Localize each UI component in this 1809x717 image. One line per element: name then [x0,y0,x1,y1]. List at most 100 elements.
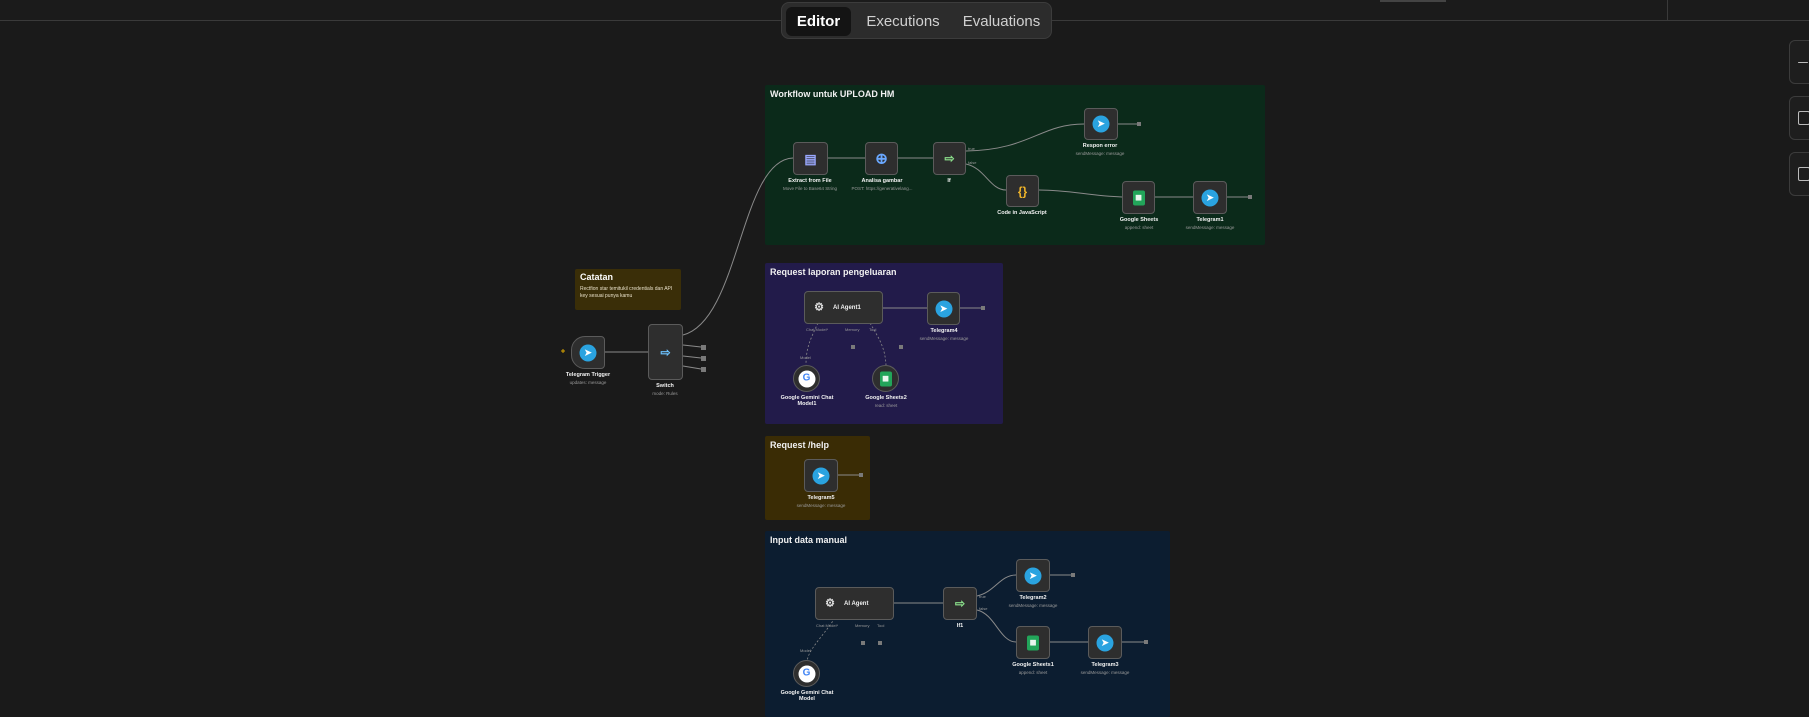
node-telegram3[interactable]: ➤ [1088,626,1122,659]
tab-editor[interactable]: Editor [786,7,851,36]
port-false-label: false [968,160,977,165]
node-gemini-chat-model1[interactable]: G [793,365,820,392]
node-label: AI Agent [844,600,869,607]
node-telegram5[interactable]: ➤ [804,459,838,492]
node-label: Telegram3 [1091,662,1119,668]
top-bar-divider [1667,0,1668,20]
google-icon: G [798,665,815,682]
open-panel-button[interactable] [1789,96,1809,140]
node-label: Respon error [1082,143,1118,149]
file-icon: ▤ [804,151,817,166]
node-telegram2[interactable]: ➤ [1016,559,1050,592]
node-label: Google Sheets [1119,217,1159,223]
node-label: Telegram5 [807,495,835,501]
if-icon: ⇨ [954,596,966,611]
node-ai-agent1[interactable]: ⚙ AI Agent1 [804,291,883,324]
port-memory: Memory [855,623,870,628]
google-icon: G [798,370,815,387]
node-label: Switch [656,383,674,389]
node-analisa-gambar[interactable]: ⊕ [865,142,898,175]
port-model: Model [800,648,811,653]
robot-icon: ⚙ [814,301,824,313]
node-telegram4[interactable]: ➤ [927,292,960,325]
node-subtitle: read: sheet [874,403,898,408]
node-subtitle: updates: message [569,380,607,385]
port-tool: Tool [869,327,877,332]
node-code-javascript[interactable]: {} [1006,175,1039,207]
add-node-button[interactable] [1789,40,1809,84]
group-manual-title: Input data manual [770,535,848,545]
node-switch[interactable]: ⇨ [648,324,683,380]
port-true-label: true [979,594,986,599]
node-label: Code in JavaScript [997,210,1047,216]
tab-executions[interactable]: Executions [860,7,946,36]
group-report-title: Request laporan pengeluaran [770,267,897,277]
google-sheets-icon: ▦ [879,371,892,386]
node-subtitle: append: sheet [1124,225,1154,230]
telegram-icon: ➤ [579,344,597,361]
node-if1[interactable]: ⇨ [943,587,977,620]
telegram-icon: ➤ [1024,567,1042,584]
panel-icon [1798,111,1809,125]
node-label: AI Agent1 [833,304,861,311]
node-subtitle: sendMessage: message [1008,603,1058,608]
node-label: If [947,178,951,184]
node-subtitle: mode: Rules [652,391,678,396]
node-label: Google Sheets1 [1012,662,1054,668]
node-label: Telegram1 [1196,217,1224,223]
node-telegram1[interactable]: ➤ [1193,181,1227,214]
port-tool: Tool [877,623,885,628]
telegram-icon: ➤ [935,300,952,317]
if-icon: ⇨ [944,151,955,166]
group-upload[interactable]: Workflow untuk UPLOAD HM [765,85,1265,245]
note-title: Catatan [580,272,614,282]
trigger-bolt [561,349,565,353]
node-subtitle: Move File to Base64 String [782,186,838,191]
port-model: Model [800,355,811,360]
node-google-sheets1[interactable]: ▦ [1016,626,1050,659]
node-subtitle: sendMessage: message [796,503,846,508]
edge-switch-out2 [682,344,702,348]
node-telegram-trigger[interactable]: ➤ [571,336,605,369]
node-label: Analisa gambar [861,178,903,184]
group-upload-title: Workflow untuk UPLOAD HM [770,89,895,99]
node-if[interactable]: ⇨ [933,142,966,175]
node-google-sheets[interactable]: ▦ [1122,181,1155,214]
port-chat-model: Chat Model* [816,623,839,628]
node-subtitle: append: sheet [1018,670,1048,675]
code-braces-icon: {} [1017,184,1028,198]
telegram-icon: ➤ [1201,189,1219,206]
google-sheets-icon: ▦ [1132,190,1145,205]
plus-icon [1798,62,1808,63]
node-subtitle: sendMessage: message [1080,670,1130,675]
node-label: Telegram4 [930,328,958,334]
edge-switch-out3 [682,355,702,359]
node-extract-from-file[interactable]: ▤ [793,142,828,175]
node-gemini-chat-model[interactable]: G [793,660,820,687]
node-label: Google Sheets2 [865,395,907,401]
node-google-sheets2[interactable]: ▦ [872,365,899,392]
node-subtitle: sendMessage: message [919,336,969,341]
google-sheets-icon: ▦ [1027,635,1039,650]
sticky-note[interactable]: Catatan Rectfion star temitukil credenti… [575,269,681,310]
robot-icon: ⚙ [825,597,835,609]
port-chat-model: Chat Model* [806,327,829,332]
node-label: Google Gemini Chat Model [780,690,834,702]
edge-switch-out4 [682,365,702,370]
note-body: Rectfion star temitukil credentials dan … [580,286,673,299]
node-subtitle: sendMessage: message [1185,225,1235,230]
switch-icon: ⇨ [660,345,671,359]
node-subtitle: POST: https://generativelang... [851,186,913,191]
node-label: Extract from File [788,178,832,184]
node-label: Telegram2 [1019,595,1047,601]
port-false-label: false [979,606,988,611]
port-memory: Memory [845,327,860,332]
sticky-note-button[interactable] [1789,152,1809,196]
node-respon-error[interactable]: ➤ [1084,108,1118,140]
node-ai-agent[interactable]: ⚙ AI Agent [815,587,894,620]
telegram-icon: ➤ [1096,634,1114,651]
node-label: Telegram Trigger [565,372,611,378]
view-tabs: Editor Executions Evaluations [781,2,1052,39]
tab-evaluations[interactable]: Evaluations [954,7,1049,36]
group-help-title: Request /help [770,440,830,450]
